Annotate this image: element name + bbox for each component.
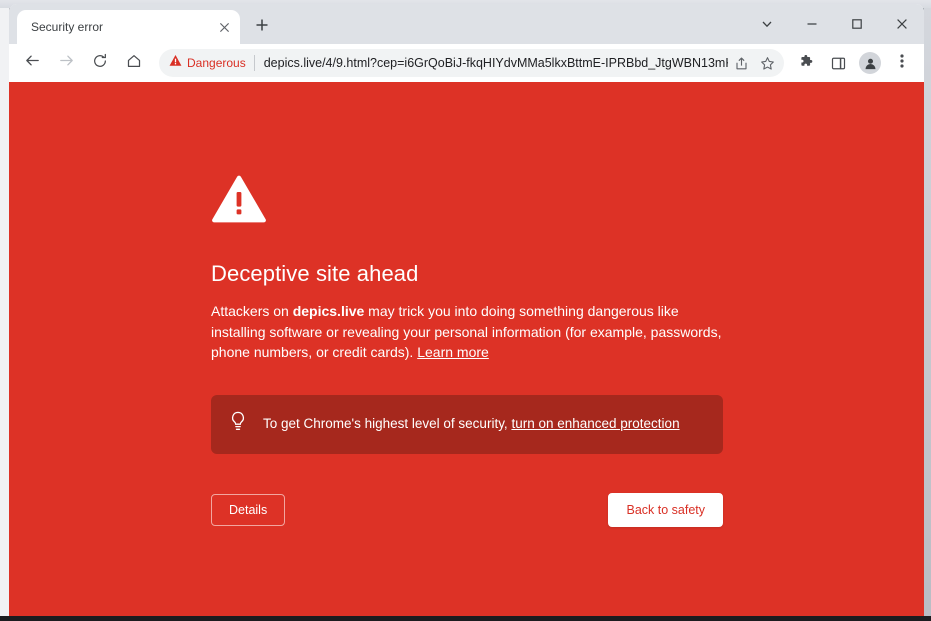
security-status-label: Dangerous [187, 56, 246, 70]
window-controls [744, 4, 924, 44]
address-bar[interactable]: Dangerous depics.live/4/9.html?cep=i6GrQ… [159, 49, 784, 77]
tab-strip: Security error [9, 4, 924, 44]
arrow-right-icon [58, 52, 75, 74]
browser-tab[interactable]: Security error [17, 10, 240, 44]
back-button[interactable] [18, 49, 46, 77]
enhanced-protection-text: To get Chrome's highest level of securit… [263, 415, 680, 433]
tab-title: Security error [31, 20, 104, 34]
avatar [859, 52, 881, 74]
learn-more-link[interactable]: Learn more [417, 344, 489, 360]
profile-button[interactable] [856, 49, 884, 77]
browser-toolbar: Dangerous depics.live/4/9.html?cep=i6GrQ… [9, 44, 924, 82]
site-hostname: depics.live [292, 303, 365, 319]
home-icon [126, 53, 142, 74]
forward-button[interactable] [52, 49, 80, 77]
warning-triangle-icon [211, 174, 723, 229]
enhanced-protection-banner: To get Chrome's highest level of securit… [211, 394, 723, 454]
background-window-right-strip [923, 8, 931, 621]
chrome-menu-button[interactable] [888, 49, 916, 77]
minimize-button[interactable] [789, 4, 834, 44]
arrow-left-icon [24, 52, 41, 74]
maximize-button[interactable] [834, 4, 879, 44]
reload-button[interactable] [86, 49, 114, 77]
url-text[interactable]: depics.live/4/9.html?cep=i6GrQoBiJ-fkqHI… [255, 56, 728, 70]
page-description: Attackers on depics.live may trick you i… [211, 301, 723, 363]
three-dot-menu-icon [900, 53, 904, 74]
new-tab-button[interactable] [248, 13, 276, 41]
tab-search-button[interactable] [744, 4, 789, 44]
interstitial-actions: Details Back to safety [211, 492, 723, 527]
description-prefix: Attackers on [211, 303, 293, 319]
close-icon[interactable] [214, 17, 234, 37]
share-icon[interactable] [728, 50, 754, 76]
browser-window: Security error Dangerous depics.live/4/9… [9, 4, 924, 616]
home-button[interactable] [120, 49, 148, 77]
page-title: Deceptive site ahead [211, 261, 419, 286]
security-interstitial-page: Deceptive site ahead Attackers on depics… [9, 82, 924, 616]
warning-triangle-icon [169, 54, 182, 72]
close-window-button[interactable] [879, 4, 924, 44]
reload-icon [92, 53, 108, 74]
enhanced-text-lead: To get Chrome's highest level of securit… [263, 416, 512, 431]
plus-icon [255, 18, 269, 37]
back-to-safety-button[interactable]: Back to safety [608, 492, 723, 527]
turn-on-enhanced-protection-link[interactable]: turn on enhanced protection [511, 416, 679, 431]
security-status-badge[interactable]: Dangerous [169, 54, 254, 72]
bookmark-star-icon[interactable] [754, 50, 780, 76]
taskbar [0, 616, 931, 621]
lightbulb-icon [229, 411, 247, 438]
interstitial-content: Deceptive site ahead Attackers on depics… [211, 174, 723, 527]
side-panel-icon[interactable] [824, 49, 852, 77]
extensions-icon[interactable] [792, 49, 820, 77]
details-button[interactable]: Details [211, 493, 286, 526]
